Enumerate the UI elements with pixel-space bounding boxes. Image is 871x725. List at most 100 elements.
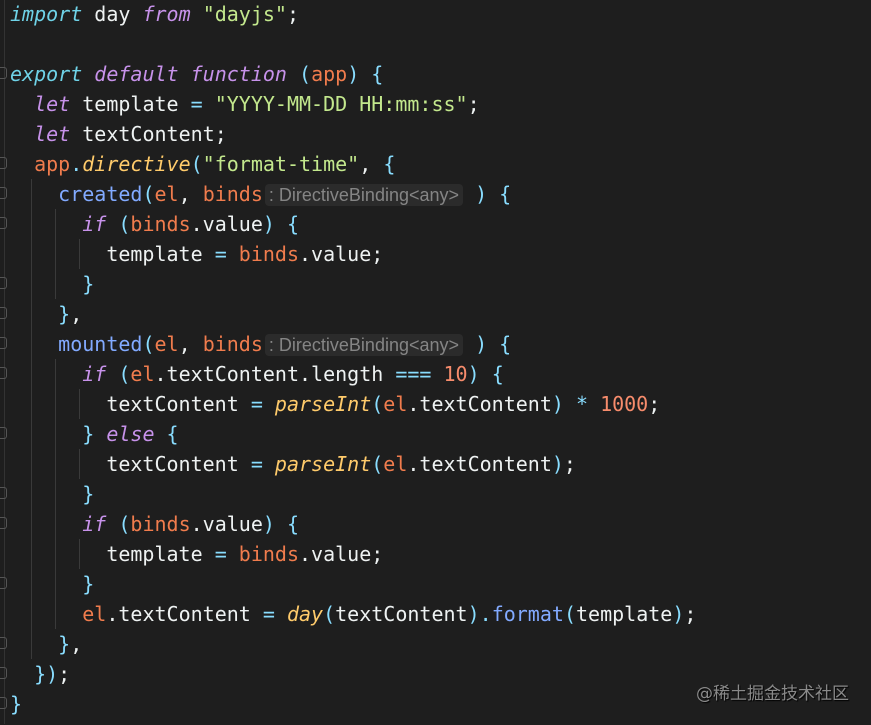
fold-marker-icon[interactable]: [0, 187, 7, 199]
code-token: ): [46, 662, 59, 686]
code-token: el: [154, 332, 179, 356]
code-token: ,: [70, 302, 83, 326]
code-token: directive: [82, 152, 191, 176]
code-line: textContent = parseInt(el.textContent);: [106, 449, 576, 479]
fold-marker-icon[interactable]: [0, 217, 7, 229]
indent-guide: [31, 509, 33, 539]
code-token: (: [142, 182, 155, 206]
indent-guide: [55, 449, 57, 479]
fold-marker-icon[interactable]: [0, 427, 7, 439]
code-line: template = binds.value;: [106, 539, 383, 569]
code-token: (: [323, 602, 336, 626]
indent-guide: [55, 539, 57, 569]
fold-marker-icon[interactable]: [0, 517, 7, 529]
indent-guide: [31, 569, 33, 599]
code-token: ===: [395, 362, 432, 386]
code-token: {: [383, 152, 396, 176]
code-line: template = binds.value;: [106, 239, 383, 269]
code-token: ;: [648, 392, 661, 416]
code-token: parseInt: [274, 452, 372, 476]
fold-marker-icon[interactable]: [0, 637, 7, 649]
fold-marker-icon[interactable]: [0, 667, 7, 679]
code-token: binds: [130, 212, 191, 236]
code-line: let template = "YYYY-MM-DD HH:mm:ss";: [34, 89, 480, 119]
code-editor[interactable]: import day from "dayjs"; export default f…: [0, 0, 871, 725]
code-token: .value: [190, 512, 263, 536]
gutter: [0, 0, 5, 724]
code-token: textContent: [106, 392, 251, 416]
code-token: "YYYY-MM-DD HH:mm:ss": [214, 92, 468, 116]
code-token: .textContent.length: [154, 362, 396, 386]
code-line: });: [34, 659, 70, 689]
fold-marker-icon[interactable]: [0, 367, 7, 379]
watermark: @稀土掘金技术社区: [696, 684, 849, 704]
code-token: template: [106, 242, 215, 266]
code-token: function: [190, 62, 287, 86]
code-token: ;: [563, 452, 576, 476]
fold-marker-icon[interactable]: [0, 67, 7, 79]
code-token: }: [58, 632, 71, 656]
code-line: if (binds.value) {: [82, 209, 299, 239]
code-token: template: [70, 92, 191, 116]
code-token: {: [286, 512, 300, 536]
code-token: .textContent: [407, 392, 552, 416]
indent-guide: [55, 419, 57, 449]
code-token: ): [262, 512, 275, 536]
code-token: if: [82, 212, 107, 236]
code-token: ): [551, 392, 564, 416]
code-token: binds: [238, 542, 299, 566]
indent-guide: [55, 209, 57, 239]
code-line: textContent = parseInt(el.textContent) *…: [106, 389, 660, 419]
code-token: =: [214, 542, 227, 566]
code-token: {: [286, 212, 300, 236]
code-token: }: [82, 272, 95, 296]
code-token: ;: [467, 92, 480, 116]
code-token: "dayjs": [202, 2, 287, 26]
code-token: export: [10, 62, 83, 86]
code-token: app: [34, 152, 71, 176]
code-token: }: [10, 692, 23, 716]
code-line: el.textContent = day(textContent).format…: [82, 599, 696, 629]
code-line: },: [58, 299, 82, 329]
code-token: {: [499, 332, 512, 356]
fold-marker-icon[interactable]: [0, 307, 7, 319]
code-token: template: [106, 542, 215, 566]
fold-marker-icon[interactable]: [0, 577, 7, 589]
code-token: {: [499, 182, 512, 206]
type-inlay-hint: : DirectiveBinding<any>: [264, 334, 464, 356]
fold-marker-icon[interactable]: [0, 337, 7, 349]
code-line: }: [82, 269, 94, 299]
indent-guide: [31, 449, 33, 479]
code-token: template: [575, 602, 673, 626]
indent-guide: [79, 449, 81, 479]
code-token: .: [479, 602, 492, 626]
code-token: 1000: [600, 392, 649, 416]
code-line: }: [10, 689, 22, 719]
fold-marker-icon[interactable]: [0, 487, 7, 499]
indent-guide: [31, 479, 33, 509]
code-token: }: [82, 482, 95, 506]
code-token: if: [82, 362, 107, 386]
fold-marker-icon[interactable]: [0, 697, 7, 709]
code-token: {: [371, 62, 384, 86]
fold-marker-icon[interactable]: [0, 157, 7, 169]
indent-guide: [55, 389, 57, 419]
indent-guide: [55, 509, 57, 539]
indent-guide: [31, 239, 33, 269]
code-token: (: [142, 332, 155, 356]
indent-guide: [31, 209, 33, 239]
indent-guide: [31, 269, 33, 299]
code-token: ): [262, 212, 275, 236]
indent-guide: [31, 539, 33, 569]
code-token: ): [672, 602, 685, 626]
code-token: mounted: [58, 332, 143, 356]
fold-marker-icon[interactable]: [0, 277, 7, 289]
